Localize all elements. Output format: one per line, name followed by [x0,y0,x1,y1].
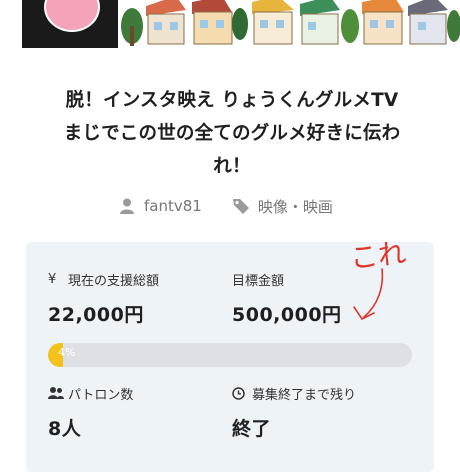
raised-label: ¥ 現在の支援総額 [48,270,160,289]
remaining-label-text: 募集終了まで残り [252,387,357,403]
goal-value: 500,000円 [232,304,342,326]
patrons-block: パトロン数 8人 [48,384,133,441]
town-illustration [118,0,460,48]
goal-amount-block: 目標金額 500,000円 [232,270,342,327]
clock-icon [232,386,248,400]
owner-avatar[interactable] [22,0,118,48]
annotation-arrow-shaft [363,268,384,318]
project-title-line-3: れ！ [213,156,251,177]
goal-label: 目標金額 [232,273,285,289]
yen-icon: ¥ [48,271,57,287]
owner-name-link[interactable]: fantv81 [144,197,202,215]
progress-percent: 4% [58,346,76,359]
project-meta: fantv81 映像・映画 [118,195,333,217]
avatar-character-illustration [44,0,100,32]
category-link[interactable]: 映像・映画 [258,196,333,217]
project-header-banner [0,0,460,48]
project-title-line-2: まじでこの世の全てのグルメ好きに伝わ [63,123,401,144]
raised-amount-block: ¥ 現在の支援総額 22,000円 [48,270,159,327]
user-icon [118,197,136,215]
remaining-time-block: 募集終了まで残り 終了 [232,384,356,441]
patrons-label-text: パトロン数 [68,387,134,403]
raised-value: 22,000円 [48,304,144,326]
annotation-text: これ [348,236,407,275]
patrons-value: 8人 [48,418,82,440]
remaining-label: 募集終了まで残り [232,384,357,403]
project-title: 脱！インスタ映え りょうくんグルメTV まじでこの世の全てのグルメ好きに伝わ れ… [22,84,442,183]
handwritten-annotation: これ [348,236,408,320]
remaining-value: 終了 [232,418,272,440]
raised-label-text: 現在の支援総額 [68,273,160,289]
patrons-label: パトロン数 [48,384,134,403]
tag-icon [232,197,250,215]
users-icon [48,386,64,400]
funding-progress-bar: 4% [48,343,412,367]
project-title-line-1: 脱！インスタ映え りょうくんグルメTV [65,90,399,111]
